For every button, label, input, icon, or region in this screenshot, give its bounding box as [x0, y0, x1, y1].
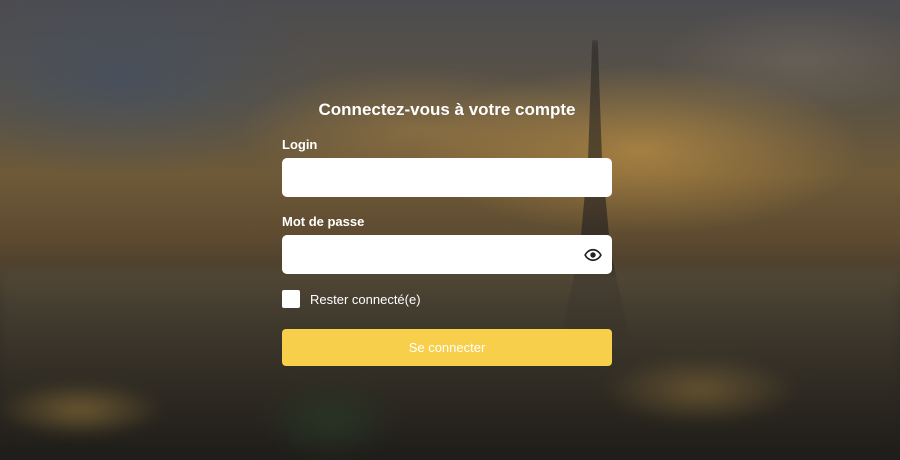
login-form: Connectez-vous à votre compte Login Mot …: [282, 96, 612, 366]
password-field-wrapper: [282, 235, 612, 274]
remember-me-label: Rester connecté(e): [310, 291, 421, 307]
login-label: Login: [282, 137, 318, 152]
login-field-wrapper: [282, 158, 612, 197]
login-button[interactable]: Se connecter: [282, 329, 612, 366]
login-input[interactable]: [282, 158, 612, 197]
form-title: Connectez-vous à votre compte: [318, 100, 576, 119]
remember-me-row: Rester connecté(e): [282, 289, 612, 309]
eye-icon[interactable]: [584, 246, 602, 264]
password-label: Mot de passe: [282, 214, 365, 229]
password-input[interactable]: [282, 235, 612, 274]
remember-me-checkbox[interactable]: [282, 290, 300, 308]
